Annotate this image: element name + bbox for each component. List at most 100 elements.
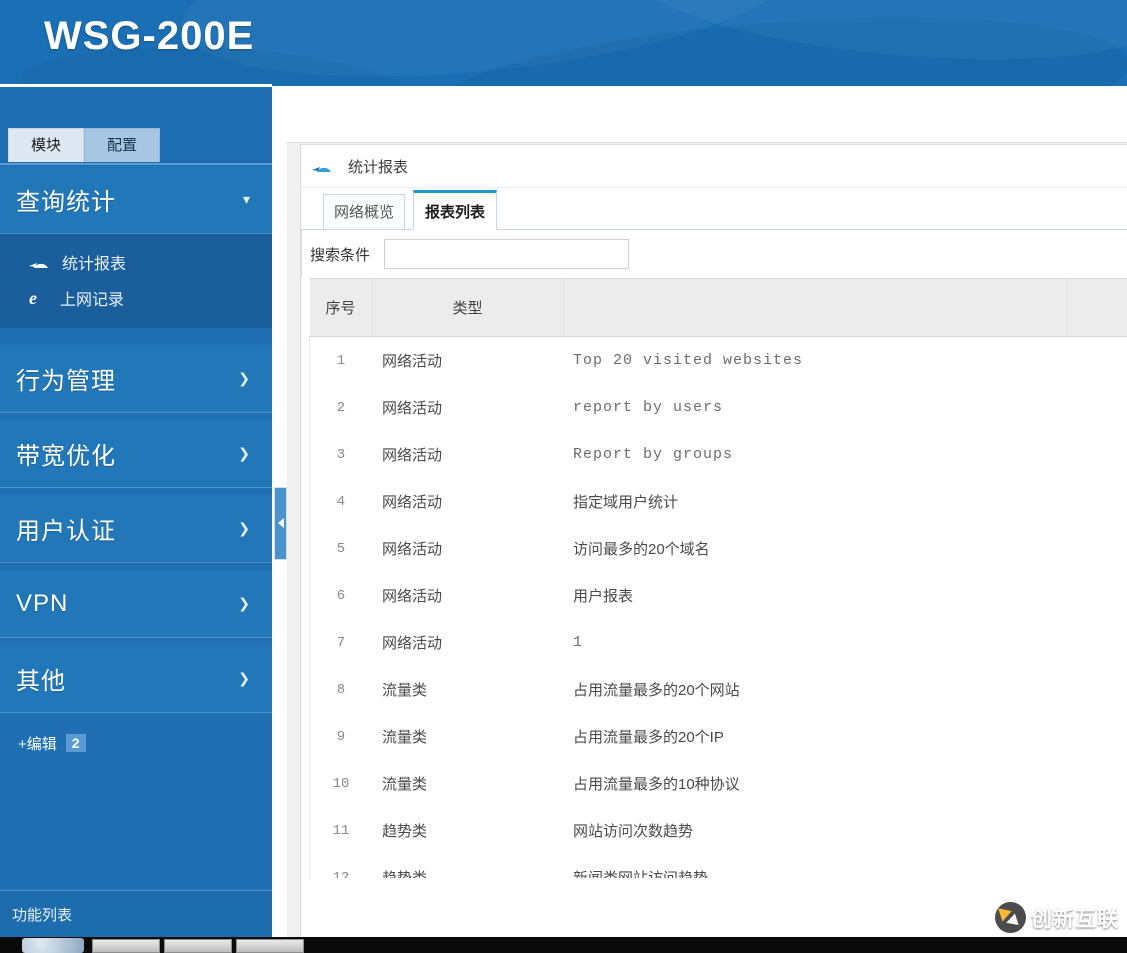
sidebar-tab-config[interactable]: 配置 xyxy=(84,128,161,162)
cell-type: 流量类 xyxy=(382,682,428,699)
table-header-row: 序号 类型 报表名称 xyxy=(309,278,1127,337)
sidebar-group-label: 查询统计 xyxy=(16,189,116,216)
cell-type: 网络活动 xyxy=(382,541,443,558)
sidebar-collapse-handle[interactable] xyxy=(274,487,287,560)
sidebar-edit-badge: 2 xyxy=(65,734,86,752)
cell-report-name: 新闻类网站访问趋势 xyxy=(563,854,1127,878)
sidebar-group-header-query-stats[interactable]: 查询统计 ▾ xyxy=(0,166,272,234)
banner-underline xyxy=(0,84,272,87)
sidebar-tab-strip: 模块 配置 xyxy=(8,128,161,162)
cell-type: 趋势类 xyxy=(372,854,563,878)
table-row[interactable]: 7 网络活动 1 xyxy=(309,619,1127,666)
sidebar-group-label: VPN xyxy=(16,589,69,617)
col-header-blank[interactable] xyxy=(563,278,1067,337)
chevron-right-icon: ❯ xyxy=(238,370,250,386)
chevron-right-icon: ❯ xyxy=(238,445,250,461)
sidebar-group-other: 其他 ❯ xyxy=(0,645,272,713)
table-row[interactable]: 10 流量类 占用流量最多的10种协议 xyxy=(309,760,1127,807)
stat-report-panel: 统计报表 网络概览 报表列表 搜索条件 序号 类型 1 网络活动 Top 20 … xyxy=(300,144,1127,953)
sidebar-group-label: 行为管理 xyxy=(16,368,116,395)
panel-title: 统计报表 xyxy=(348,158,409,176)
table-row[interactable]: 5 网络活动 访问最多的20个域名 xyxy=(309,525,1127,572)
table-row[interactable]: 3 网络活动 Report by groups xyxy=(309,431,1127,478)
cell-index: 1 xyxy=(336,352,346,369)
table-row[interactable]: 12 趋势类新闻类网站访问趋势 xyxy=(309,854,1127,879)
sidebar-item-stat-report[interactable]: 统计报表 xyxy=(0,244,272,280)
tab-report-list[interactable]: 报表列表 xyxy=(413,190,497,230)
sidebar-divider xyxy=(0,163,272,165)
sidebar-tab-modules[interactable]: 模块 xyxy=(8,128,85,162)
report-table-head: 序号 类型 报表名称 xyxy=(309,278,1127,337)
cell-type: 网络活动 xyxy=(382,494,443,511)
sidebar-group-header-other[interactable]: 其他 ❯ xyxy=(0,645,272,713)
cell-report-name: 访问最多的20个域名 xyxy=(573,541,710,558)
sidebar-group-label: 带宽优化 xyxy=(16,443,116,470)
sidebar-group-header-behavior-mgmt[interactable]: 行为管理 ❯ xyxy=(0,345,272,413)
app-root: WSG-200E 模块 配置 查询统计 ▾ 统计报表 e 上网记录 行为管理 ❯… xyxy=(0,0,1127,953)
sidebar-submenu-query-stats: 统计报表 e 上网记录 xyxy=(0,234,272,328)
cell-index: 6 xyxy=(336,587,346,604)
table-row[interactable]: 2 网络活动 report by users xyxy=(309,384,1127,431)
table-row[interactable]: 1 网络活动 Top 20 visited websites xyxy=(309,336,1127,384)
table-row[interactable]: 11 趋势类 网站访问次数趋势 xyxy=(309,807,1127,854)
cell-index: 12 xyxy=(332,869,350,879)
cell-type: 流量类 xyxy=(382,729,428,746)
cell-index: 11 xyxy=(332,822,350,839)
cell-index: 8 xyxy=(336,681,346,698)
col-header-index[interactable]: 序号 xyxy=(309,278,373,337)
cell-index: 3 xyxy=(336,446,346,463)
cell-report-name: 指定域用户统计 xyxy=(573,494,679,511)
cell-report-name: Top 20 visited websites xyxy=(573,352,804,369)
sidebar-edit-row[interactable]: +编辑 2 xyxy=(0,723,272,763)
os-taskbar xyxy=(0,937,1127,953)
cell-report-name: 用户报表 xyxy=(573,588,634,605)
ie-browser-icon: e xyxy=(28,288,48,308)
table-row[interactable]: 9 流量类 占用流量最多的20个IP xyxy=(309,713,1127,760)
cell-type: 网络活动 xyxy=(382,353,443,370)
chevron-right-icon: ❯ xyxy=(238,520,250,536)
cell-type: 网络活动 xyxy=(382,588,443,605)
col-header-type[interactable]: 类型 xyxy=(372,278,564,337)
sidebar: 模块 配置 查询统计 ▾ 统计报表 e 上网记录 行为管理 ❯ 带宽优化 ❯ 用… xyxy=(0,87,272,937)
sidebar-footer[interactable]: 功能列表 xyxy=(0,890,272,937)
tab-network-overview[interactable]: 网络概览 xyxy=(323,194,405,230)
gauge-icon xyxy=(311,158,333,174)
cell-index: 7 xyxy=(336,634,346,651)
cell-type: 趋势类 xyxy=(382,823,428,840)
table-row[interactable]: 4 网络活动 指定域用户统计 xyxy=(309,478,1127,525)
col-header-report-name[interactable]: 报表名称 xyxy=(1066,278,1127,337)
sidebar-edit-label: +编辑 xyxy=(18,735,57,753)
table-row[interactable]: 8 流量类 占用流量最多的20个网站 xyxy=(309,666,1127,713)
sidebar-item-web-logs[interactable]: e 上网记录 xyxy=(0,280,272,316)
sidebar-group-header-user-auth[interactable]: 用户认证 ❯ xyxy=(0,495,272,563)
cell-report-name: 1 xyxy=(573,634,584,651)
cell-report-name: Report by groups xyxy=(573,446,734,463)
sidebar-group-label: 其他 xyxy=(16,668,66,695)
sidebar-group-header-bandwidth-opt[interactable]: 带宽优化 ❯ xyxy=(0,420,272,488)
panel-tab-strip: 网络概览 报表列表 xyxy=(301,188,1127,230)
sidebar-group-header-vpn[interactable]: VPN ❯ xyxy=(0,570,272,638)
cell-type: 网络活动 xyxy=(382,400,443,417)
sidebar-group-vpn: VPN ❯ xyxy=(0,570,272,638)
search-label: 搜索条件 xyxy=(310,246,371,264)
sidebar-group-user-auth: 用户认证 ❯ xyxy=(0,495,272,563)
taskbar-window-3[interactable] xyxy=(236,939,304,953)
table-row[interactable]: 6 网络活动 用户报表 xyxy=(309,572,1127,619)
sidebar-item-label: 统计报表 xyxy=(62,256,127,273)
taskbar-window-2[interactable] xyxy=(164,939,232,953)
search-input[interactable] xyxy=(384,239,630,269)
cell-report-name: 占用流量最多的10种协议 xyxy=(573,776,740,793)
cell-report-name: 占用流量最多的20个IP xyxy=(573,729,724,746)
sidebar-group-bandwidth-opt: 带宽优化 ❯ xyxy=(0,420,272,488)
taskbar-window-1[interactable] xyxy=(92,939,160,953)
sidebar-item-label: 上网记录 xyxy=(60,292,125,309)
gauge-icon xyxy=(28,254,50,270)
chevron-right-icon: ❯ xyxy=(238,670,250,686)
cell-index: 4 xyxy=(336,493,346,510)
svg-text:e: e xyxy=(29,288,37,308)
taskbar-start-button[interactable] xyxy=(22,938,84,953)
content-toolbar-strip xyxy=(287,87,1127,143)
report-table-wrap: 序号 类型 报表名称 1 网络活动 Top 20 visited websites 2… xyxy=(301,278,1127,878)
cell-type: 网络活动 xyxy=(382,635,443,652)
chevron-down-icon: ▾ xyxy=(242,191,250,207)
